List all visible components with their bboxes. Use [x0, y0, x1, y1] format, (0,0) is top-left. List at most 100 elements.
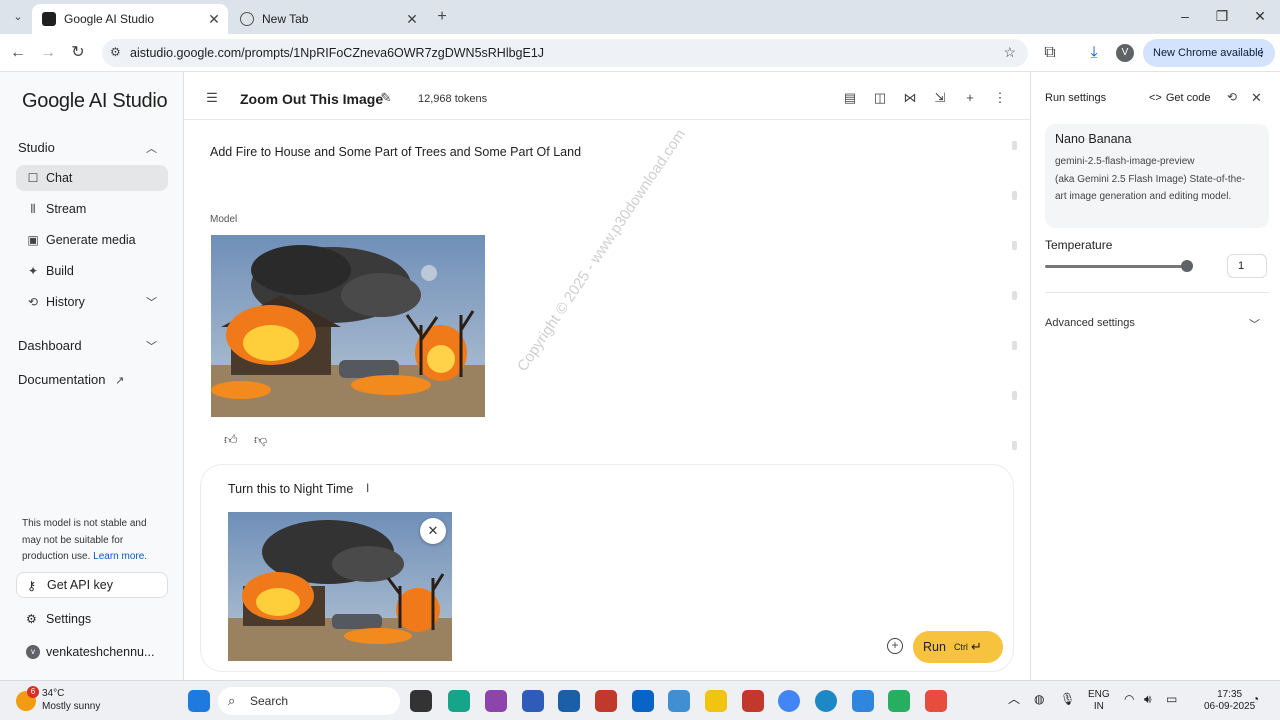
mcafee-icon[interactable] — [595, 690, 617, 712]
compare-icon[interactable]: ◫ — [872, 90, 888, 106]
add-media-plus-icon[interactable]: + — [887, 638, 903, 654]
page-title: Zoom Out This Image — [240, 91, 384, 107]
restore-icon[interactable]: ❐ — [1212, 8, 1232, 25]
documentation-link[interactable]: Documentation ↗ — [18, 372, 124, 387]
sidebar-item-history[interactable]: ⟲ History ﹀ — [16, 289, 168, 315]
dashboard-label: Dashboard — [18, 338, 82, 353]
close-tab-icon[interactable]: ✕ — [206, 11, 222, 27]
forward-icon[interactable]: → — [38, 43, 58, 63]
reload-icon[interactable]: ↻ — [68, 43, 88, 63]
new-tab-plus-icon[interactable]: + — [432, 7, 452, 27]
code-icon: <> — [1149, 92, 1162, 104]
more-options-icon[interactable]: ⋮ — [992, 90, 1008, 106]
model-selector[interactable]: Nano Banana gemini-2.5-flash-image-previ… — [1045, 124, 1269, 228]
settings-button[interactable]: ⚙ Settings — [16, 606, 168, 632]
security-icon[interactable]: ◍ — [1034, 693, 1044, 705]
address-bar[interactable]: ⚙ aistudio.google.com/prompts/1NpRIFoCZn… — [102, 39, 1028, 67]
tab-google-ai-studio[interactable]: Google AI Studio ✕ — [32, 4, 228, 34]
user-message: Add Fire to House and Some Part of Trees… — [210, 145, 582, 159]
chrome-icon[interactable] — [778, 690, 800, 712]
reset-settings-icon[interactable]: ⟲ — [1227, 90, 1237, 104]
thumbs-up-icon[interactable]: 👍︎ — [224, 432, 240, 448]
toggle-sidebar-icon[interactable]: ☰ — [204, 90, 220, 106]
language-indicator[interactable]: ENG IN — [1088, 689, 1110, 713]
generated-image[interactable] — [211, 235, 485, 417]
share-icon[interactable]: ⋈ — [902, 90, 918, 106]
run-button[interactable]: Run Ctrl ↵ — [913, 631, 1003, 663]
windows-start-icon[interactable] — [188, 690, 210, 712]
model-description: (aka Gemini 2.5 Flash Image) State-of-th… — [1055, 174, 1246, 202]
sidebar-item-generate-media[interactable]: ▣ Generate media — [16, 227, 168, 253]
chevron-down-icon: ﹀ — [146, 297, 157, 309]
tab-search-icon[interactable]: ⌄ — [8, 7, 28, 27]
prompt-input[interactable]: Turn this to Night Time — [228, 482, 353, 496]
paint-icon[interactable] — [852, 690, 874, 712]
get-api-key-button[interactable]: ⚷ Get API key — [16, 572, 168, 598]
recorder-icon[interactable] — [925, 690, 947, 712]
close-window-icon[interactable]: ✕ — [1250, 8, 1270, 25]
volume-icon[interactable]: 🔊︎ — [1144, 693, 1152, 705]
weather-widget[interactable]: 34°C Mostly sunny — [42, 687, 100, 713]
m365-icon[interactable] — [448, 690, 470, 712]
account-button[interactable]: v venkateshchennu... — [16, 639, 168, 665]
run-settings-panel: Run settings <> Get code ⟲ ✕ Nano Banana … — [1030, 72, 1280, 680]
temperature-label: Temperature — [1045, 238, 1113, 252]
scroll-indicator[interactable] — [1012, 136, 1018, 456]
battery-icon[interactable]: ▭ — [1166, 693, 1177, 705]
text-cursor-icon: I — [366, 481, 370, 495]
photos-icon[interactable] — [668, 690, 690, 712]
app-logo[interactable]: Google AI Studio — [22, 90, 168, 113]
site-settings-icon[interactable]: ⚙ — [110, 45, 121, 59]
system-instructions-icon[interactable]: ▤ — [842, 90, 858, 106]
compress-icon[interactable]: ⇲ — [932, 90, 948, 106]
back-icon[interactable]: ← — [8, 43, 28, 63]
task-view-icon[interactable] — [410, 690, 432, 712]
tab-title: New Tab — [262, 12, 309, 26]
sidebar-item-build[interactable]: ✦ Build — [16, 258, 168, 284]
show-hidden-icons-icon[interactable]: ︿ — [1008, 693, 1020, 705]
temperature-slider-handle[interactable] — [1181, 260, 1193, 272]
get-code-button[interactable]: <> Get code — [1149, 92, 1211, 104]
studio-section-header[interactable]: Studio ︿ — [18, 140, 157, 155]
taskbar-search[interactable]: ⌕ Search — [218, 687, 400, 715]
powerpoint-icon[interactable] — [742, 690, 764, 712]
notifications-icon[interactable]: ◔ — [1252, 693, 1259, 705]
microphone-icon[interactable]: 🎙︎ — [1060, 693, 1075, 705]
file-explorer-icon[interactable] — [705, 690, 727, 712]
extensions-icon[interactable]: ⧉ — [1040, 43, 1060, 63]
region-code: IN — [1093, 701, 1104, 712]
profile-avatar[interactable]: V — [1116, 44, 1134, 62]
camtasia-icon[interactable] — [888, 690, 910, 712]
close-panel-icon[interactable]: ✕ — [1251, 90, 1262, 106]
temperature-input[interactable]: 1 — [1227, 254, 1267, 278]
menu-dots-icon: ⋮ — [1256, 47, 1267, 59]
bookmark-star-icon[interactable]: ☆ — [1003, 44, 1016, 61]
thumbs-down-icon[interactable]: 👎︎ — [254, 432, 270, 448]
outlook-icon[interactable] — [632, 690, 654, 712]
edge-icon[interactable] — [815, 690, 837, 712]
temperature-slider-track[interactable] — [1045, 265, 1187, 268]
tab-new-tab[interactable]: New Tab ✕ — [230, 4, 426, 34]
sidebar-item-stream[interactable]: ⦀ Stream — [16, 196, 168, 222]
learn-more-link[interactable]: Learn more. — [93, 551, 147, 562]
sidebar-item-chat[interactable]: ☐ Chat — [16, 165, 168, 191]
store-icon[interactable] — [522, 690, 544, 712]
update-chrome-button[interactable]: New Chrome available ⋮ — [1143, 39, 1275, 67]
new-chat-plus-icon[interactable]: + — [962, 90, 978, 106]
dell-icon[interactable] — [558, 690, 580, 712]
copilot-icon[interactable] — [485, 690, 507, 712]
stream-icon: ⦀ — [30, 202, 36, 216]
remove-attachment-close-icon[interactable]: ✕ — [420, 518, 446, 544]
close-tab-icon[interactable]: ✕ — [404, 11, 420, 27]
attached-image[interactable] — [228, 512, 452, 661]
downloads-icon[interactable]: ⤓ — [1084, 43, 1104, 63]
clock[interactable]: 17:35 06-09-2025 — [1204, 689, 1255, 713]
advanced-settings-toggle[interactable]: Advanced settings — [1045, 317, 1135, 329]
weather-badge: 6 — [27, 686, 39, 698]
edit-pencil-icon[interactable]: ✎ — [378, 90, 394, 106]
minimize-icon[interactable]: – — [1175, 8, 1195, 24]
prompt-composer[interactable]: Turn this to Night Time I ✕ + Run Ctrl ↵ — [200, 464, 1014, 672]
dashboard-section-header[interactable]: Dashboard ﹀ — [18, 338, 157, 353]
chevron-down-icon[interactable]: ﹀ — [1249, 316, 1260, 332]
wifi-icon[interactable]: ◠ — [1124, 693, 1134, 705]
